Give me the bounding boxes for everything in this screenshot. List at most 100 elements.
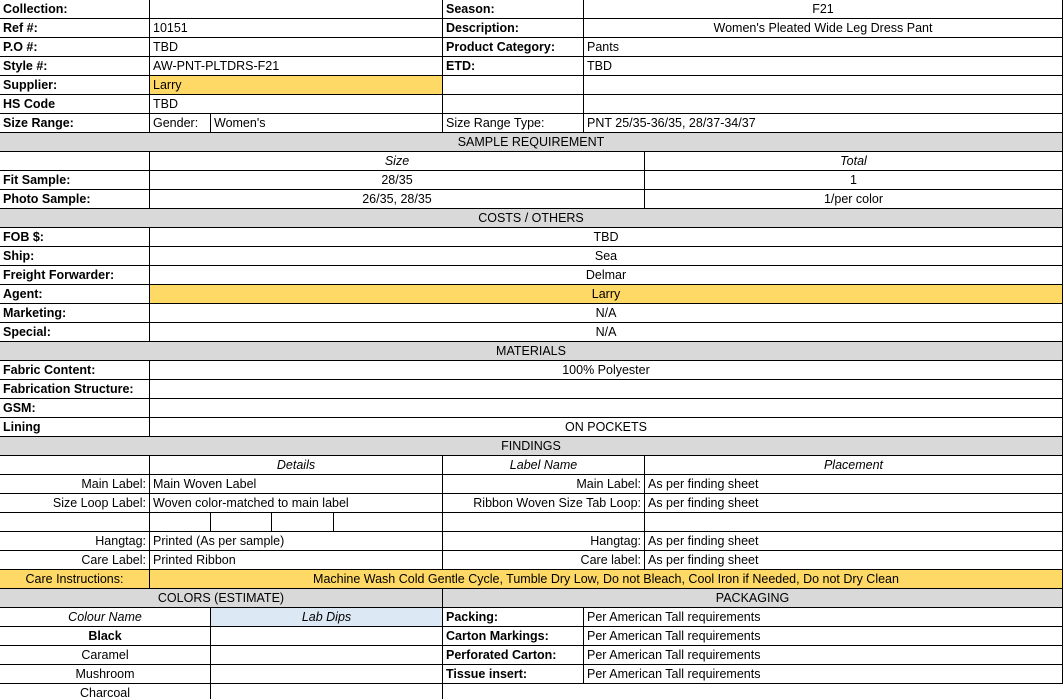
row-supplier: Supplier: Larry [0, 76, 1063, 95]
empty-cell[interactable] [443, 76, 584, 95]
size-loop-detail[interactable]: Woven color-matched to main label [150, 494, 443, 513]
empty-cell[interactable] [334, 513, 443, 532]
empty-cell[interactable] [645, 513, 1063, 532]
marketing-label: Marketing: [0, 304, 150, 323]
sample-requirement-heading: SAMPLE REQUIREMENT [0, 133, 1063, 152]
costs-heading: COSTS / OTHERS [0, 209, 1063, 228]
care-instructions-label: Care Instructions: [0, 570, 150, 589]
row-freight: Freight Forwarder: Delmar [0, 266, 1063, 285]
row-agent: Agent: Larry [0, 285, 1063, 304]
empty-cell[interactable] [211, 513, 272, 532]
supplier-label: Supplier: [0, 76, 150, 95]
colour-name-mushroom[interactable]: Mushroom [0, 665, 211, 684]
fob-label: FOB $: [0, 228, 150, 247]
carton-markings-value[interactable]: Per American Tall requirements [584, 627, 1063, 646]
po-value[interactable]: TBD [150, 38, 443, 57]
main-label-detail[interactable]: Main Woven Label [150, 475, 443, 494]
size-range-type-label: Size Range Type: [443, 114, 584, 133]
season-value[interactable]: F21 [584, 0, 1063, 19]
product-category-label: Product Category: [443, 38, 584, 57]
etd-value[interactable]: TBD [584, 57, 1063, 76]
fabric-content-value[interactable]: 100% Polyester [150, 361, 1063, 380]
ref-value[interactable]: 10151 [150, 19, 443, 38]
size-loop-placement[interactable]: As per finding sheet [645, 494, 1063, 513]
lab-dip-cell[interactable] [211, 627, 443, 646]
row-fabric-content: Fabric Content: 100% Polyester [0, 361, 1063, 380]
empty-cell [0, 456, 150, 475]
collection-value[interactable] [150, 0, 443, 19]
supplier-value[interactable]: Larry [150, 76, 443, 95]
row-photo-sample: Photo Sample: 26/35, 28/35 1/per color [0, 190, 1063, 209]
care-instructions-value[interactable]: Machine Wash Cold Gentle Cycle, Tumble D… [150, 570, 1063, 589]
special-value[interactable]: N/A [150, 323, 1063, 342]
hangtag-detail[interactable]: Printed (As per sample) [150, 532, 443, 551]
care-label-label: Care Label: [0, 551, 150, 570]
row-size-range: Size Range: Gender: Women's Size Range T… [0, 114, 1063, 133]
description-value[interactable]: Women's Pleated Wide Leg Dress Pant [584, 19, 1063, 38]
marketing-value[interactable]: N/A [150, 304, 1063, 323]
main-label-name[interactable]: Main Label: [443, 475, 645, 494]
lab-dips-header: Lab Dips [211, 608, 443, 627]
main-label-placement[interactable]: As per finding sheet [645, 475, 1063, 494]
row-color-caramel: Caramel Perforated Carton: Per American … [0, 646, 1063, 665]
row-size-loop: Size Loop Label: Woven color-matched to … [0, 494, 1063, 513]
empty-cell[interactable] [443, 95, 584, 114]
tissue-insert-label: Tissue insert: [443, 665, 584, 684]
empty-cell[interactable] [443, 513, 645, 532]
po-label: P.O #: [0, 38, 150, 57]
size-loop-name[interactable]: Ribbon Woven Size Tab Loop: [443, 494, 645, 513]
placement-header: Placement [645, 456, 1063, 475]
tissue-insert-value[interactable]: Per American Tall requirements [584, 665, 1063, 684]
hangtag-placement[interactable]: As per finding sheet [645, 532, 1063, 551]
fit-sample-total[interactable]: 1 [645, 171, 1063, 190]
label-name-header: Label Name [443, 456, 645, 475]
lab-dip-cell[interactable] [211, 665, 443, 684]
packing-value[interactable]: Per American Tall requirements [584, 608, 1063, 627]
agent-label: Agent: [0, 285, 150, 304]
lab-dip-cell[interactable] [211, 684, 443, 699]
gsm-value[interactable] [150, 399, 1063, 418]
care-label-placement[interactable]: As per finding sheet [645, 551, 1063, 570]
spec-sheet: Collection: Season: F21 Ref #: 10151 Des… [0, 0, 1063, 699]
photo-sample-size[interactable]: 26/35, 28/35 [150, 190, 645, 209]
care-label-name[interactable]: Care label: [443, 551, 645, 570]
colour-name-black[interactable]: Black [0, 627, 211, 646]
care-label-detail[interactable]: Printed Ribbon [150, 551, 443, 570]
fob-value[interactable]: TBD [150, 228, 1063, 247]
empty-cell[interactable] [584, 76, 1063, 95]
fabric-content-label: Fabric Content: [0, 361, 150, 380]
gsm-label: GSM: [0, 399, 150, 418]
hangtag-name[interactable]: Hangtag: [443, 532, 645, 551]
row-po: P.O #: TBD Product Category: Pants [0, 38, 1063, 57]
row-marketing: Marketing: N/A [0, 304, 1063, 323]
colour-name-charcoal[interactable]: Charcoal [0, 684, 211, 699]
product-category-value[interactable]: Pants [584, 38, 1063, 57]
fit-sample-size[interactable]: 28/35 [150, 171, 645, 190]
fabrication-structure-label: Fabrication Structure: [0, 380, 150, 399]
colour-name-caramel[interactable]: Caramel [0, 646, 211, 665]
gender-value[interactable]: Women's [211, 114, 443, 133]
fabrication-structure-value[interactable] [150, 380, 1063, 399]
photo-sample-total[interactable]: 1/per color [645, 190, 1063, 209]
ship-label: Ship: [0, 247, 150, 266]
etd-label: ETD: [443, 57, 584, 76]
row-lining: Lining ON POCKETS [0, 418, 1063, 437]
empty-cell [0, 152, 150, 171]
style-value[interactable]: AW-PNT-PLTDRS-F21 [150, 57, 443, 76]
packing-label: Packing: [443, 608, 584, 627]
empty-cell[interactable] [272, 513, 334, 532]
empty-cell[interactable] [584, 95, 1063, 114]
agent-value[interactable]: Larry [150, 285, 1063, 304]
lab-dip-cell[interactable] [211, 646, 443, 665]
main-label-label: Main Label: [0, 475, 150, 494]
freight-forwarder-value[interactable]: Delmar [150, 266, 1063, 285]
hs-code-value[interactable]: TBD [150, 95, 443, 114]
size-range-type-value[interactable]: PNT 25/35-36/35, 28/37-34/37 [584, 114, 1063, 133]
ship-value[interactable]: Sea [150, 247, 1063, 266]
lining-value[interactable]: ON POCKETS [150, 418, 1063, 437]
empty-cell[interactable] [150, 513, 211, 532]
empty-cell[interactable] [0, 513, 150, 532]
row-collection: Collection: Season: F21 [0, 0, 1063, 19]
row-hs-code: HS Code TBD [0, 95, 1063, 114]
perforated-carton-value[interactable]: Per American Tall requirements [584, 646, 1063, 665]
